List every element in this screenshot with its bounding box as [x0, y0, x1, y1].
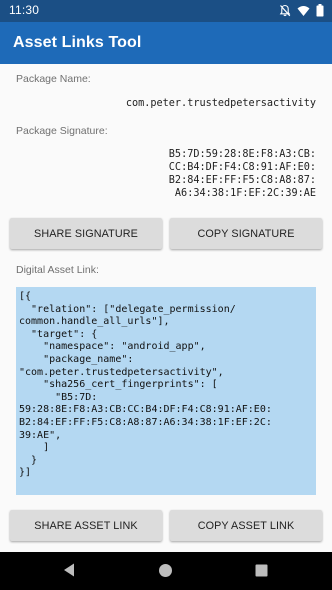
copy-signature-button[interactable]: COPY SIGNATURE [170, 218, 322, 249]
copy-asset-link-button[interactable]: COPY ASSET LINK [170, 510, 322, 541]
status-time: 11:30 [9, 3, 40, 17]
app-title: Asset Links Tool [13, 34, 142, 51]
digital-asset-link-label: Digital Asset Link: [16, 264, 99, 276]
battery-icon [316, 4, 324, 17]
notifications-off-icon [279, 4, 291, 17]
package-signature-label: Package Signature: [16, 125, 108, 137]
recents-icon[interactable] [255, 564, 268, 582]
package-signature-value: B5:7D:59:28:8E:F8:A3:CB: CC:B4:DF:F4:C8:… [168, 149, 316, 199]
navigation-bar [0, 552, 332, 590]
status-bar: 11:30 [0, 0, 332, 22]
share-signature-button[interactable]: SHARE SIGNATURE [10, 218, 162, 249]
wifi-icon [297, 5, 310, 17]
main-content: Package Name: com.peter.trustedpetersact… [0, 64, 332, 552]
package-name-value: com.peter.trustedpetersactivity [125, 98, 316, 109]
package-name-label: Package Name: [16, 73, 91, 85]
asset-link-json[interactable]: [{ "relation": ["delegate_permission/ co… [16, 287, 316, 495]
status-icons [279, 4, 324, 17]
back-icon[interactable] [62, 562, 76, 583]
share-asset-link-button[interactable]: SHARE ASSET LINK [10, 510, 162, 541]
home-icon[interactable] [158, 563, 173, 583]
app-bar: Asset Links Tool [0, 22, 332, 64]
